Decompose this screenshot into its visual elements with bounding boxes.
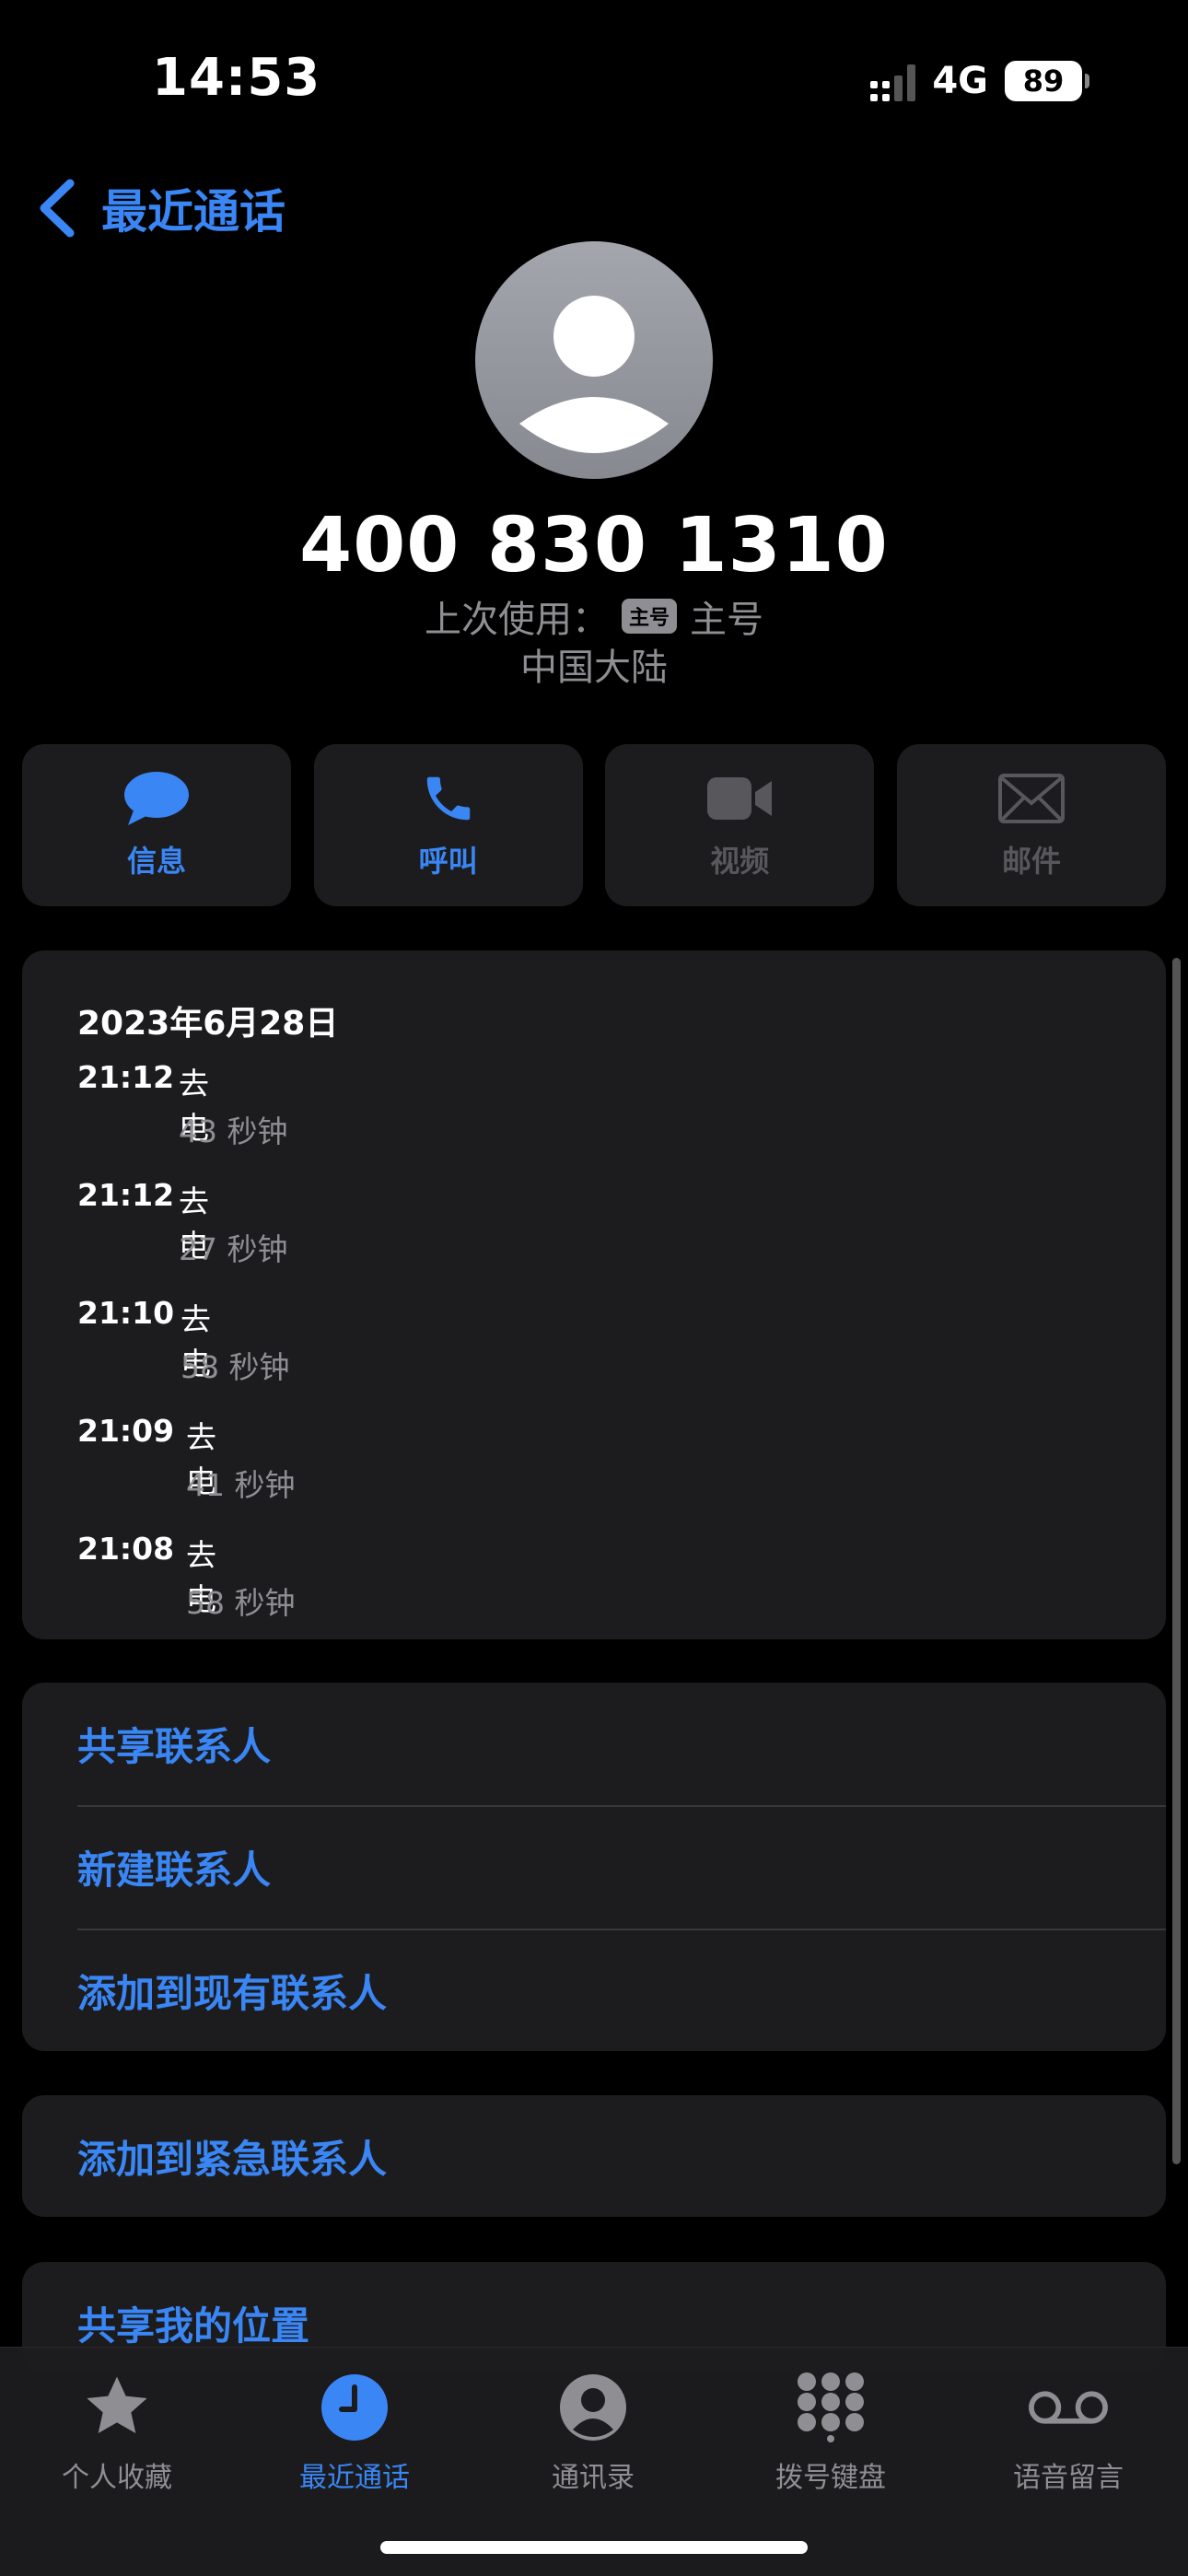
video-button[interactable]: 视频 [605,744,875,906]
battery-level: 89 [1022,64,1065,99]
line-name: 主号 [690,599,763,641]
history-date: 2023年6月28日 [77,1005,339,1043]
call-time: 21:12 [77,1059,175,1095]
chevron-left-icon [40,179,75,238]
video-label: 视频 [710,844,770,879]
clock-icon [313,2366,396,2449]
region: 中国大陆 [520,647,668,689]
tab-voicemail[interactable]: 语音留言 [967,2348,1170,2495]
voicemail-icon [1027,2366,1110,2449]
call-time: 21:08 [77,1531,175,1567]
share-contact-button[interactable]: 共享联系人 [77,1683,1166,1804]
add-emergency-contact-button[interactable]: 添加到紧急联系人 [77,2095,1166,2217]
tab-bar: 个人收藏 最近通话 通讯录 拨号键盘 语音留言 [0,2347,1188,2576]
call-duration: 27 秒钟 [179,1231,288,1267]
message-icon [122,770,191,827]
network-type: 4G [932,60,988,102]
call-duration: 58 秒钟 [186,1585,296,1621]
keypad-icon [789,2366,872,2449]
add-to-existing-contact-button[interactable]: 添加到现有联系人 [77,1929,1166,2051]
scrollbar[interactable] [1172,958,1181,2164]
home-indicator[interactable] [380,2541,808,2554]
status-time: 14:53 [152,48,321,108]
call-time: 21:10 [77,1295,175,1331]
contact-actions-card: 共享联系人 新建联系人 添加到现有联系人 [22,1683,1166,2051]
tab-keypad[interactable]: 拨号键盘 [729,2348,932,2495]
call-time: 21:12 [77,1177,175,1213]
last-used-line: 上次使用： 主号 主号 [0,589,1188,643]
message-label: 信息 [126,844,186,879]
mail-icon [997,770,1066,827]
tab-label: 最近通话 [299,2462,410,2494]
status-bar: 14:53 4G 89 [0,0,1188,157]
call-duration: 43 秒钟 [179,1113,288,1149]
line-tag: 主号 [621,599,677,634]
mail-label: 邮件 [1001,844,1061,879]
emergency-card: 添加到紧急联系人 [22,2095,1166,2217]
back-button[interactable]: 最近通话 [31,175,285,241]
person-icon [519,296,669,453]
call-label: 呼叫 [418,844,478,879]
tab-label: 个人收藏 [62,2462,172,2494]
call-duration: 41 秒钟 [186,1467,296,1503]
phone-number: 400 830 1310 [299,502,889,589]
star-icon [76,2366,158,2449]
tab-favorites[interactable]: 个人收藏 [16,2348,218,2495]
tab-contacts[interactable]: 通讯录 [492,2348,694,2495]
call-duration: 58 秒钟 [181,1349,290,1385]
last-used-label: 上次使用： [424,599,609,641]
call-time: 21:09 [77,1413,175,1449]
cellular-signal-icon [870,61,916,101]
tab-recents[interactable]: 最近通话 [253,2348,456,2495]
mail-button[interactable]: 邮件 [896,744,1166,906]
tab-label: 通讯录 [552,2462,635,2494]
video-icon [705,770,774,827]
call-button[interactable]: 呼叫 [313,744,583,906]
battery-icon: 89 [1005,61,1089,101]
new-contact-button[interactable]: 新建联系人 [77,1806,1166,1928]
status-indicators: 4G 89 [870,59,1089,103]
tab-label: 拨号键盘 [775,2462,886,2494]
phone-icon [414,770,483,827]
contacts-icon [552,2366,635,2449]
avatar [475,241,713,479]
call-history-card: 2023年6月28日 21:12 去电 43 秒钟 21:12 去电 27 秒钟… [22,950,1166,1639]
message-button[interactable]: 信息 [22,744,291,906]
tab-label: 语音留言 [1013,2462,1124,2494]
back-label: 最近通话 [101,185,285,239]
action-buttons: 信息 呼叫 视频 邮件 [22,744,1166,906]
